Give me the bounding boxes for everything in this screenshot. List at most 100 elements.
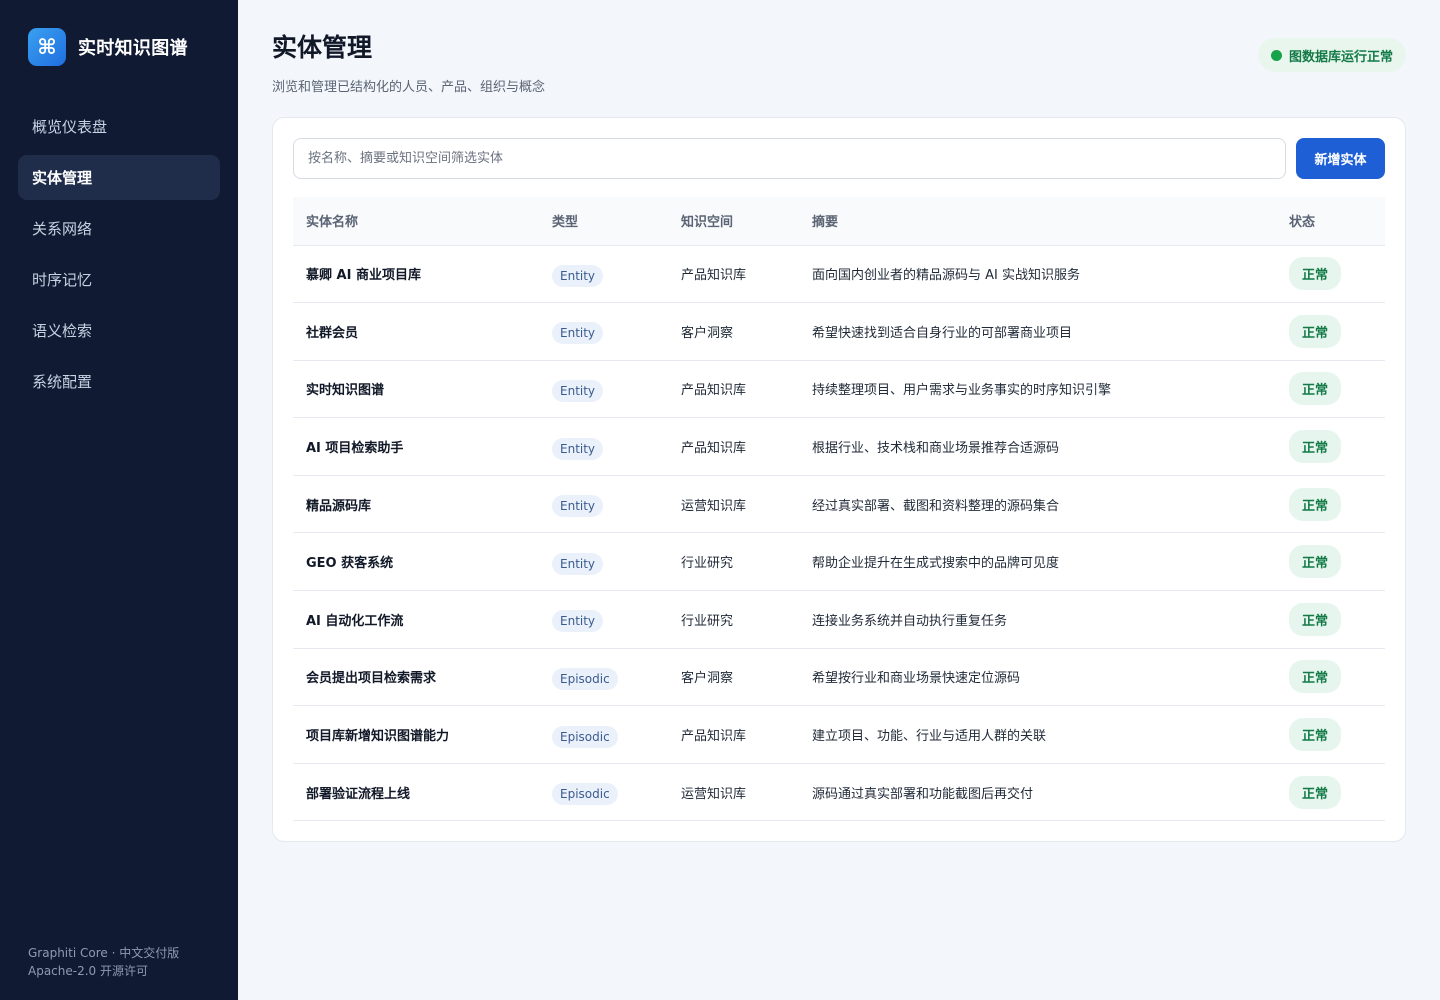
sidebar: ⌘ 实时知识图谱 概览仪表盘实体管理关系网络时序记忆语义检索系统配置 Graph… (0, 0, 238, 1000)
status-badge: 正常 (1289, 775, 1342, 809)
entity-type-tag: Entity (552, 322, 604, 345)
app-title: 实时知识图谱 (78, 38, 188, 59)
entity-space: 行业研究 (668, 590, 799, 649)
entity-summary: 根据行业、技术栈和商业场景推荐合适源码 (799, 417, 1276, 476)
entity-name: 会员提出项目检索需求 (293, 648, 539, 707)
table-row[interactable]: 精品源码库 Entity 运营知识库 经过真实部署、截图和资料整理的源码集合 正常 (293, 475, 1385, 534)
column-header-summary[interactable]: 摘要 (799, 197, 1276, 246)
entity-type-tag: Episodic (552, 725, 618, 748)
entity-space: 产品知识库 (668, 245, 799, 304)
entity-type-tag: Entity (552, 437, 604, 460)
entity-type-cell: Entity (539, 475, 668, 534)
sidebar-item[interactable]: 关系网络 (18, 206, 220, 251)
table-row[interactable]: 部署验证流程上线 Episodic 运营知识库 源码通过真实部署和功能截图后再交付 正常 (293, 763, 1385, 822)
main-content: 实体管理 浏览和管理已结构化的人员、产品、组织与概念 图数据库运行正常 新增实体… (238, 0, 1440, 1000)
entity-status-cell: 正常 (1276, 763, 1385, 822)
status-badge: 正常 (1289, 545, 1342, 579)
entity-status-cell: 正常 (1276, 590, 1385, 649)
table-header-row: 实体名称 类型 知识空间 摘要 状态 (293, 197, 1385, 246)
entity-type-cell: Entity (539, 245, 668, 304)
entity-summary: 建立项目、功能、行业与适用人群的关联 (799, 705, 1276, 764)
entity-space: 运营知识库 (668, 475, 799, 534)
table-row[interactable]: 实时知识图谱 Entity 产品知识库 持续整理项目、用户需求与业务事实的时序知识引擎… (293, 360, 1385, 419)
entity-status-cell: 正常 (1276, 475, 1385, 534)
search-input[interactable] (293, 138, 1286, 179)
page-header: 实体管理 浏览和管理已结构化的人员、产品、组织与概念 图数据库运行正常 (272, 28, 1406, 95)
entity-type-cell: Episodic (539, 763, 668, 822)
sidebar-item[interactable]: 时序记忆 (18, 257, 220, 302)
footer-version: Graphiti Core · 中文交付版 (28, 946, 180, 960)
entity-space: 行业研究 (668, 532, 799, 592)
entity-table: 实体名称 类型 知识空间 摘要 状态 慕卿 AI 商业项目库 Entity 产品知识… (293, 197, 1385, 822)
table-row[interactable]: 社群会员 Entity 客户洞察 希望快速找到适合自身行业的可部署商业项目 正常 (293, 302, 1385, 361)
status-badge: 正常 (1289, 430, 1342, 464)
entity-type-tag: Entity (552, 610, 604, 633)
entity-status-cell: 正常 (1276, 302, 1385, 361)
table-row[interactable]: AI 项目检索助手 Entity 产品知识库 根据行业、技术栈和商业场景推荐合适源码正… (293, 417, 1385, 476)
page-title: 实体管理 (272, 33, 373, 62)
table-body: 慕卿 AI 商业项目库 Entity 产品知识库 面向国内创业者的精品源码与 AI 实… (293, 245, 1385, 822)
status-badge: 正常 (1289, 660, 1342, 694)
table-row[interactable]: 项目库新增知识图谱能力 Episodic 产品知识库 建立项目、功能、行业与适用人群的… (293, 705, 1385, 764)
status-dot-icon (1270, 49, 1282, 61)
status-badge: 正常 (1289, 372, 1342, 406)
entity-type-cell: Entity (539, 360, 668, 419)
command-logo-icon: ⌘ (28, 28, 66, 66)
entity-summary: 帮助企业提升在生成式搜索中的品牌可见度 (799, 532, 1276, 592)
entity-space: 产品知识库 (668, 360, 799, 419)
sidebar-item[interactable]: 语义检索 (18, 308, 220, 353)
table-row[interactable]: AI 自动化工作流 Entity 行业研究 连接业务系统并自动执行重复任务 正常 (293, 590, 1385, 649)
entity-summary: 面向国内创业者的精品源码与 AI 实战知识服务 (799, 245, 1276, 304)
entity-space: 产品知识库 (668, 705, 799, 764)
entity-name: 项目库新增知识图谱能力 (293, 705, 539, 764)
entity-type-cell: Entity (539, 302, 668, 361)
status-badge: 正常 (1289, 602, 1342, 636)
entity-name: AI 自动化工作流 (293, 590, 539, 649)
entity-type-tag: Entity (552, 552, 604, 575)
entity-type-cell: Entity (539, 417, 668, 476)
entity-status-cell: 正常 (1276, 532, 1385, 592)
entity-summary: 希望快速找到适合自身行业的可部署商业项目 (799, 302, 1276, 361)
entity-type-tag: Episodic (552, 783, 618, 806)
table-row[interactable]: GEO 获客系统 Entity 行业研究 帮助企业提升在生成式搜索中的品牌可见度 正常 (293, 532, 1385, 592)
entity-summary: 持续整理项目、用户需求与业务事实的时序知识引擎 (799, 360, 1276, 419)
entity-space: 客户洞察 (668, 648, 799, 707)
entity-status-cell: 正常 (1276, 705, 1385, 764)
status-badge: 正常 (1289, 718, 1342, 752)
entity-type-tag: Entity (552, 379, 604, 402)
column-header-status[interactable]: 状态 (1276, 197, 1385, 246)
footer-license: Apache-2.0 开源许可 (28, 964, 148, 978)
sidebar-item[interactable]: 系统配置 (18, 359, 220, 404)
column-header-space[interactable]: 知识空间 (668, 197, 799, 246)
page-subtitle: 浏览和管理已结构化的人员、产品、组织与概念 (272, 80, 546, 95)
column-header-name[interactable]: 实体名称 (293, 197, 539, 246)
toolbar: 新增实体 (293, 138, 1385, 179)
sidebar-item[interactable]: 概览仪表盘 (18, 104, 220, 149)
table-row[interactable]: 慕卿 AI 商业项目库 Entity 产品知识库 面向国内创业者的精品源码与 AI 实… (293, 245, 1385, 304)
entity-name: AI 项目检索助手 (293, 417, 539, 476)
entity-name: 精品源码库 (293, 475, 539, 534)
entity-status-cell: 正常 (1276, 360, 1385, 419)
sidebar-item[interactable]: 实体管理 (18, 155, 220, 200)
sidebar-footer: Graphiti Core · 中文交付版 Apache-2.0 开源许可 (18, 944, 220, 980)
entity-name: 部署验证流程上线 (293, 763, 539, 822)
entity-name: 实时知识图谱 (293, 360, 539, 419)
entity-name: GEO 获客系统 (293, 532, 539, 592)
entity-summary: 经过真实部署、截图和资料整理的源码集合 (799, 475, 1276, 534)
entity-type-tag: Entity (552, 495, 604, 518)
table-row[interactable]: 会员提出项目检索需求 Episodic 客户洞察 希望按行业和商业场景快速定位源码 正常 (293, 648, 1385, 707)
entity-summary: 希望按行业和商业场景快速定位源码 (799, 648, 1276, 707)
entity-summary: 连接业务系统并自动执行重复任务 (799, 590, 1276, 649)
entity-card: 新增实体 实体名称 类型 知识空间 摘要 状态 慕卿 AI 商业项目库 Entit… (272, 117, 1406, 843)
add-entity-button[interactable]: 新增实体 (1296, 138, 1385, 179)
entity-type-tag: Episodic (552, 667, 618, 690)
entity-space: 客户洞察 (668, 302, 799, 361)
entity-status-cell: 正常 (1276, 245, 1385, 304)
entity-name: 社群会员 (293, 302, 539, 361)
column-header-type[interactable]: 类型 (539, 197, 668, 246)
entity-summary: 源码通过真实部署和功能截图后再交付 (799, 763, 1276, 822)
entity-name: 慕卿 AI 商业项目库 (293, 245, 539, 304)
entity-status-cell: 正常 (1276, 417, 1385, 476)
entity-type-cell: Episodic (539, 648, 668, 707)
status-badge: 正常 (1289, 257, 1342, 291)
